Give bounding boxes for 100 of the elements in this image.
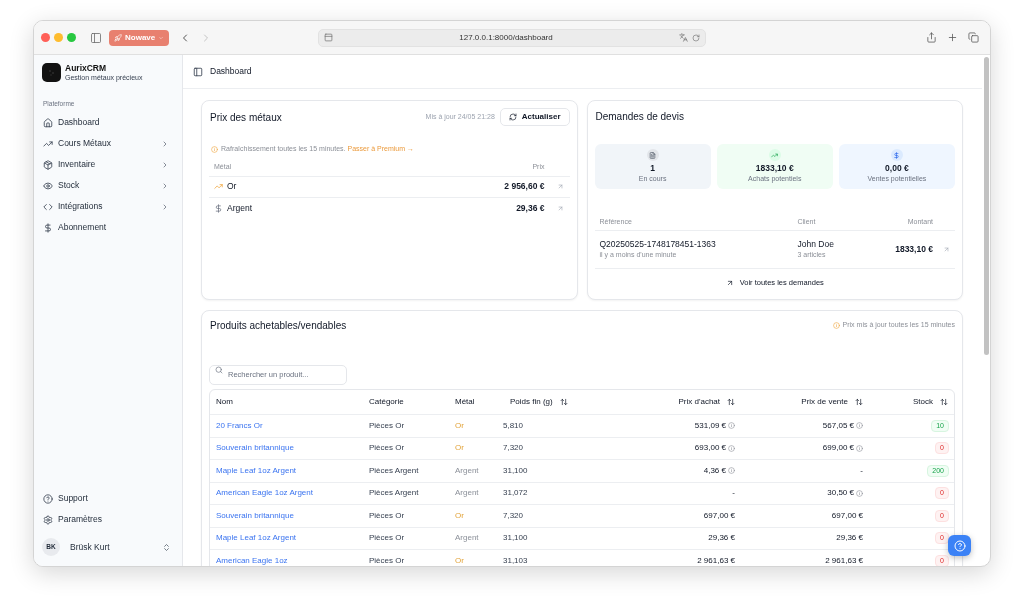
sort-icon xyxy=(559,398,568,406)
home-icon xyxy=(43,117,53,128)
product-link[interactable]: 20 Francs Or xyxy=(216,419,263,432)
table-cell: Or xyxy=(455,554,464,566)
metal-name: Argent xyxy=(227,201,253,215)
sidebar-item[interactable]: Stock xyxy=(42,175,174,196)
info-icon xyxy=(211,145,218,153)
card-title: Produits achetables/vendables xyxy=(209,318,347,333)
product-link[interactable]: Maple Leaf 1oz Argent xyxy=(216,464,297,477)
card-title: Demandes de devis xyxy=(594,109,684,124)
table-cell: 29,36 € xyxy=(836,532,863,545)
chevron-right-icon xyxy=(161,202,169,211)
table-cell: Pièces Argent xyxy=(369,487,419,500)
url-text: 127.0.0.1:8000/dashboard xyxy=(458,31,554,44)
tabs-overview-icon[interactable] xyxy=(968,32,979,43)
sortable-column-header[interactable]: Poids fin (g) xyxy=(503,396,568,408)
sidebar-toggle-icon[interactable] xyxy=(193,66,203,77)
info-icon xyxy=(832,321,840,329)
stat-value: 0,00 € xyxy=(885,163,909,174)
table-cell: 7,320 xyxy=(503,509,524,522)
product-link[interactable]: Souverain britannique xyxy=(216,442,294,455)
scrollbar-thumb[interactable] xyxy=(983,57,989,355)
reload-icon[interactable] xyxy=(692,33,700,42)
info-icon[interactable] xyxy=(728,444,735,452)
address-bar[interactable]: 127.0.0.1:8000/dashboard xyxy=(318,28,706,47)
settings-icon xyxy=(43,514,53,525)
help-icon xyxy=(43,493,53,504)
stat-value: 1 xyxy=(650,163,655,174)
package-icon xyxy=(43,159,53,170)
logo-icon xyxy=(42,62,61,82)
user-name[interactable]: Brüsk Kurt xyxy=(70,540,110,554)
column-header: Nom xyxy=(216,396,233,408)
sortable-column-header[interactable]: Stock xyxy=(913,396,953,408)
product-link[interactable]: Maple Leaf 1oz Argent xyxy=(216,532,297,545)
new-tab-icon[interactable] xyxy=(947,32,958,43)
table-cell: Or xyxy=(455,509,464,522)
info-icon[interactable] xyxy=(728,467,735,475)
table-cell: Pièces Argent xyxy=(369,464,419,477)
sidebar-item[interactable]: Abonnement xyxy=(42,217,174,238)
table-cell: 697,00 € xyxy=(703,509,735,522)
sidebar-item[interactable]: Dashboard xyxy=(42,112,174,133)
product-link[interactable]: American Eagle 1oz xyxy=(216,554,288,566)
sidebar-item[interactable]: Intégrations xyxy=(42,196,174,217)
chevrons-up-down-icon[interactable] xyxy=(162,542,171,552)
table-cell: 4,36 € xyxy=(703,464,726,477)
dollar-icon xyxy=(890,149,903,161)
refresh-button[interactable]: Actualiser xyxy=(499,108,570,126)
product-link[interactable]: American Eagle 1oz Argent xyxy=(216,487,313,500)
close-window-icon[interactable] xyxy=(41,33,50,42)
arrow-up-right-icon[interactable] xyxy=(943,246,950,253)
info-icon[interactable] xyxy=(856,489,863,497)
sidebar-item[interactable]: Paramètres xyxy=(42,509,174,530)
sort-icon xyxy=(855,398,863,406)
translate-icon[interactable] xyxy=(679,33,688,42)
sortable-column-header[interactable]: Prix de vente xyxy=(801,396,868,408)
minimize-window-icon[interactable] xyxy=(54,33,63,42)
sidebar-item[interactable]: Cours Métaux xyxy=(42,133,174,154)
table-cell: Pièces Or xyxy=(369,419,405,432)
table-cell: Argent xyxy=(455,487,479,500)
search-icon xyxy=(215,366,223,374)
help-button[interactable] xyxy=(948,535,971,556)
chevron-right-icon xyxy=(161,160,169,169)
table-cell: - xyxy=(732,487,735,500)
table-cell: 2 961,63 € xyxy=(697,554,735,566)
sidebar-item[interactable]: Inventaire xyxy=(42,154,174,175)
arrow-up-right-icon[interactable] xyxy=(556,183,564,190)
arrow-up-right-icon xyxy=(725,279,734,287)
sidebar-item[interactable]: Support xyxy=(42,488,174,509)
stat-value: 1833,10 € xyxy=(755,163,794,174)
table-cell: 697,00 € xyxy=(831,509,863,522)
zoom-window-icon[interactable] xyxy=(67,33,76,42)
quote-reference: Q20250525-1748178451-1363 xyxy=(599,239,717,250)
product-link[interactable]: Souverain britannique xyxy=(216,509,294,522)
rocket-icon xyxy=(114,33,122,42)
brand-name: AurixCRM xyxy=(65,62,108,73)
arrow-up-right-icon[interactable] xyxy=(556,204,564,212)
table-cell: Or xyxy=(455,419,464,432)
sidebar-toggle-icon[interactable] xyxy=(90,31,102,44)
share-icon[interactable] xyxy=(926,32,937,43)
code-icon xyxy=(43,201,53,212)
quote-amount: 1833,10 € xyxy=(894,243,934,256)
dollar-icon xyxy=(214,203,223,213)
question-icon xyxy=(953,539,966,552)
document-icon xyxy=(646,149,659,161)
sortable-column-header[interactable]: Prix d'achat xyxy=(678,396,740,408)
info-icon[interactable] xyxy=(856,444,863,452)
page-icon[interactable] xyxy=(324,33,333,42)
metal-price: 2 956,60 € xyxy=(504,180,545,193)
table-cell: 693,00 € xyxy=(694,442,726,455)
table-cell: Pièces Or xyxy=(369,509,405,522)
table-cell: 29,36 € xyxy=(708,532,735,545)
metal-name: Or xyxy=(227,180,237,193)
sort-icon xyxy=(727,398,735,406)
info-icon[interactable] xyxy=(728,422,735,430)
caret-icon xyxy=(158,34,165,41)
table-cell: 7,320 xyxy=(503,442,524,455)
table-cell: 31,072 xyxy=(503,487,528,500)
chevron-right-icon xyxy=(161,181,169,190)
info-icon[interactable] xyxy=(856,422,863,430)
sort-icon xyxy=(940,398,948,406)
